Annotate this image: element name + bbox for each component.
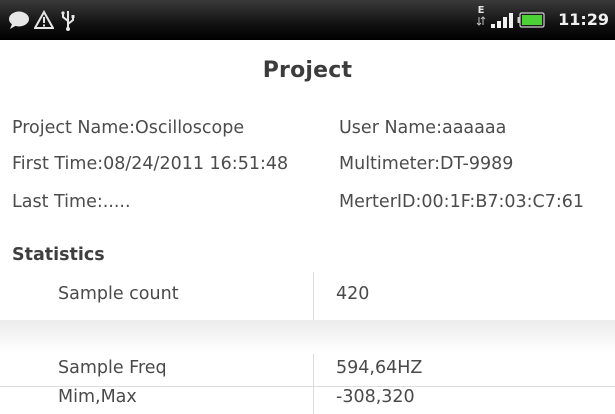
stat-value: 594,64HZ xyxy=(336,358,423,378)
signal-bars-icon xyxy=(490,9,514,31)
last-time-label: Last Time:..... xyxy=(12,192,131,212)
usb-icon xyxy=(60,9,76,31)
stat-label: Sample Freq xyxy=(58,358,167,378)
project-name-label: Project Name:Oscilloscope xyxy=(12,118,245,138)
clock: 11:29 xyxy=(558,10,609,29)
column-divider xyxy=(313,272,314,320)
first-time-label: First Time:08/24/2011 16:51:48 xyxy=(12,154,289,174)
stat-row-min-max: Mim,Max -308,320 xyxy=(0,384,615,414)
meter-id-label: MerterID:00:1F:B7:03:C7:61 xyxy=(339,192,585,212)
page-title: Project xyxy=(262,58,353,83)
network-e-icon: E xyxy=(476,5,486,27)
battery-icon xyxy=(517,9,545,31)
chat-bubble-icon xyxy=(8,9,30,31)
stat-label: Sample count xyxy=(58,284,179,304)
row-separator xyxy=(0,320,615,352)
statistics-heading: Statistics xyxy=(12,245,105,265)
stat-row-sample-count: Sample count 420 xyxy=(0,272,615,320)
stat-value: 420 xyxy=(336,284,370,304)
user-name-label: User Name:aaaaaa xyxy=(339,118,507,138)
column-divider xyxy=(313,384,314,414)
network-type-label: E xyxy=(477,5,485,16)
stat-label: Mim,Max xyxy=(58,387,137,407)
multimeter-label: Multimeter:DT-9989 xyxy=(339,154,514,174)
warning-triangle-icon xyxy=(34,9,54,31)
stat-value: -308,320 xyxy=(336,387,415,407)
status-bar: E 11:29 xyxy=(0,0,615,40)
